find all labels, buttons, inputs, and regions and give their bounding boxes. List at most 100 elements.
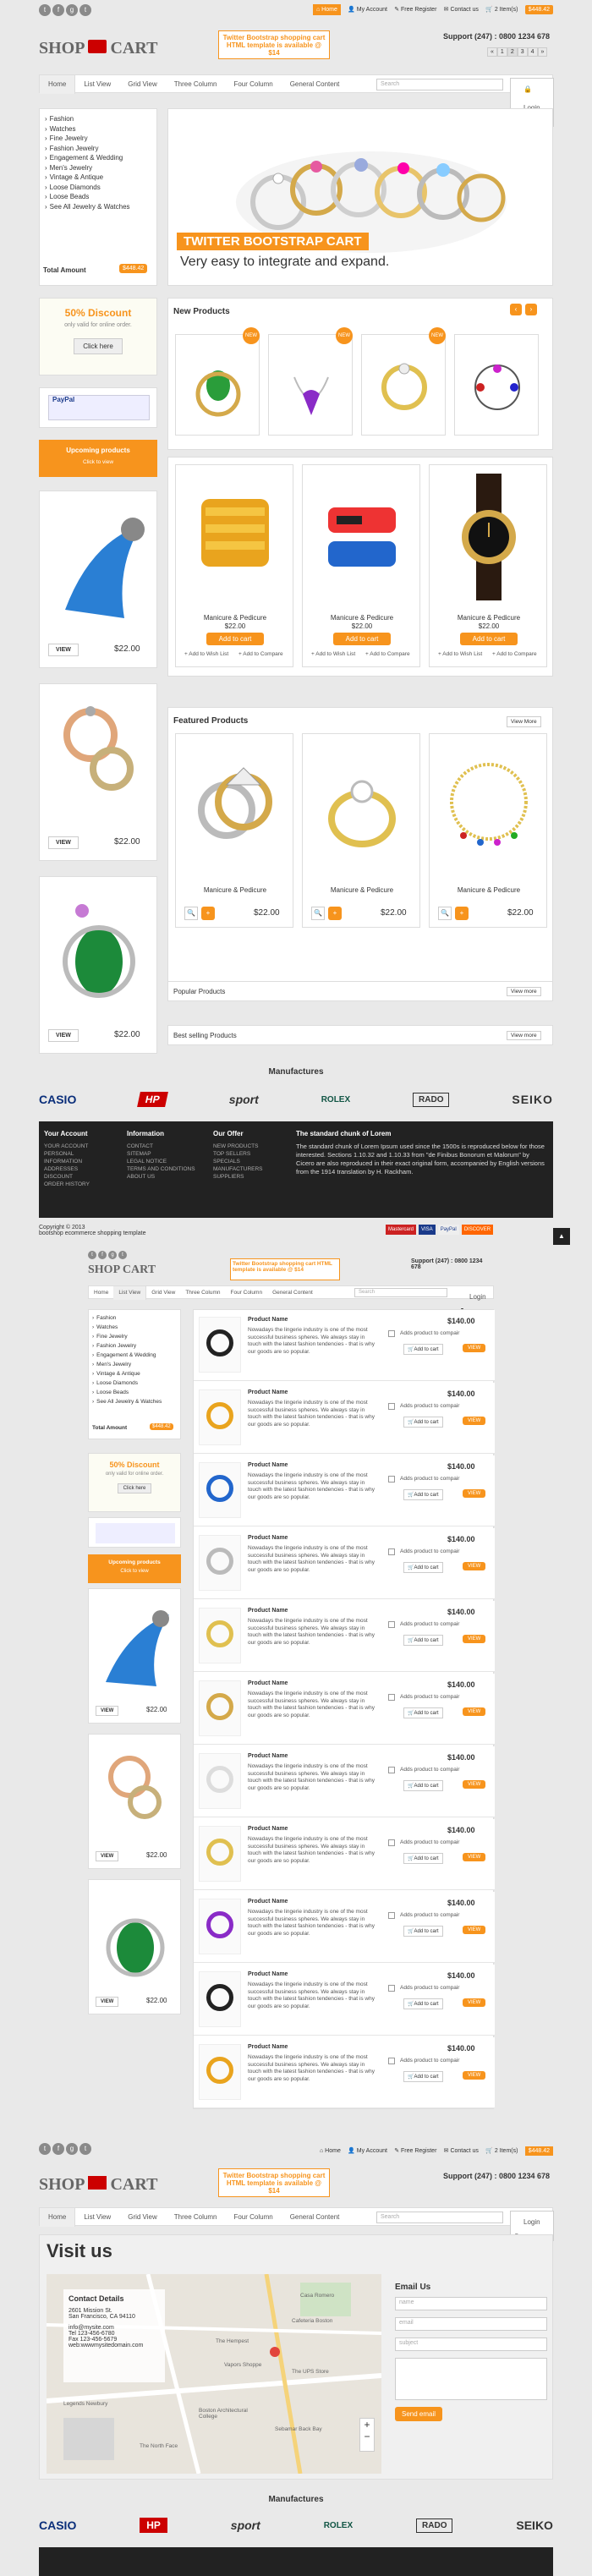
product-name[interactable]: Manicure & Pedicure: [303, 614, 421, 622]
footer-link[interactable]: SUPPLIERS: [213, 1173, 263, 1181]
contact-web[interactable]: web:wwwmysitedomain.com: [69, 2343, 160, 2349]
category-item[interactable]: Fashion Jewelry: [45, 144, 151, 154]
view-button[interactable]: VIEW: [463, 1562, 486, 1570]
upcoming-panel[interactable]: Upcoming products Click to view: [39, 440, 157, 477]
new-product-card[interactable]: [454, 334, 539, 436]
product-image[interactable]: [199, 1389, 241, 1445]
message-field[interactable]: [395, 2358, 547, 2400]
promo-banner[interactable]: Twitter Bootstrap shopping cart HTML tem…: [230, 1258, 340, 1280]
compare-checkbox[interactable]: [388, 2058, 395, 2064]
cart-link[interactable]: 🛒 2 Item(s): [485, 2148, 518, 2154]
contact-email[interactable]: info@mysite.com: [69, 2325, 160, 2331]
footer-link[interactable]: PERSONAL: [44, 1150, 90, 1158]
compare-checkbox[interactable]: [388, 1403, 395, 1410]
product-name[interactable]: Manicure & Pedicure: [176, 614, 294, 622]
page-4[interactable]: 4: [527, 47, 538, 57]
view-button[interactable]: VIEW: [463, 1707, 486, 1716]
category-item[interactable]: Engagement & Wedding: [92, 1351, 177, 1360]
add-to-wishlist-link[interactable]: + Add to Wish List: [311, 651, 355, 657]
scroll-top-button[interactable]: ▲: [553, 1228, 570, 1245]
add-to-cart-button[interactable]: 🛒Add to cart: [403, 1707, 443, 1718]
add-to-compare-link[interactable]: + Add to Compare: [492, 651, 537, 657]
category-item[interactable]: Fashion Jewelry: [92, 1341, 177, 1351]
logo[interactable]: SHOP CART: [39, 39, 157, 58]
product-name[interactable]: Product Name: [248, 1826, 288, 1832]
product-name[interactable]: Product Name: [248, 1608, 288, 1614]
footer-link[interactable]: ADDRESSES: [44, 1165, 90, 1173]
twitter-icon[interactable]: t: [88, 1251, 96, 1259]
home-link[interactable]: ⌂ Home: [320, 2148, 341, 2154]
nav-home[interactable]: Home: [40, 75, 76, 94]
rado-logo[interactable]: RADO: [416, 2518, 453, 2533]
send-email-button[interactable]: Send email: [395, 2407, 443, 2421]
add-to-cart-button[interactable]: 🛒Add to cart: [403, 1562, 443, 1573]
view-more-button[interactable]: View more: [507, 987, 541, 996]
map-zoom-controls[interactable]: + −: [359, 2418, 375, 2452]
product-image[interactable]: [199, 1680, 241, 1736]
footer-link[interactable]: ORDER HISTORY: [44, 1181, 90, 1188]
nav-grid-view[interactable]: Grid View: [119, 75, 166, 94]
nav-list-view[interactable]: List View: [75, 2208, 119, 2227]
add-to-cart-button[interactable]: 🛒Add to cart: [403, 1853, 443, 1864]
footer-link[interactable]: INFORMATION: [44, 1158, 90, 1165]
product-image[interactable]: [199, 1317, 241, 1373]
zoom-in-icon[interactable]: +: [360, 2419, 374, 2431]
logo[interactable]: SHOP CART: [88, 1263, 156, 1277]
tumblr-icon[interactable]: t: [118, 1251, 127, 1259]
new-product-card[interactable]: [175, 334, 260, 436]
carousel-next-button[interactable]: ›: [525, 304, 537, 315]
category-item[interactable]: Fine Jewelry: [92, 1332, 177, 1341]
nav-home[interactable]: Home: [89, 1286, 113, 1300]
product-image[interactable]: [199, 1899, 241, 1954]
category-item[interactable]: Men's Jewelry: [92, 1360, 177, 1369]
category-item[interactable]: Loose Diamonds: [92, 1378, 177, 1388]
tumblr-icon[interactable]: t: [79, 4, 91, 16]
footer-link[interactable]: DISCOUNT: [44, 1173, 90, 1181]
category-item[interactable]: Loose Beads: [45, 192, 151, 202]
product-name[interactable]: Product Name: [248, 1535, 288, 1541]
facebook-icon[interactable]: f: [52, 4, 64, 16]
carousel-prev-button[interactable]: ‹: [510, 304, 522, 315]
cart-total-badge[interactable]: $448.42: [524, 5, 553, 14]
new-product-card[interactable]: [268, 334, 353, 436]
product-name[interactable]: Product Name: [248, 2044, 288, 2050]
view-button[interactable]: VIEW: [463, 1853, 486, 1861]
page-3[interactable]: 3: [517, 47, 528, 57]
nav-list-view[interactable]: List View: [75, 75, 119, 94]
footer-link[interactable]: TERMS AND CONDITIONS: [127, 1165, 195, 1173]
upcoming-link[interactable]: Click to view: [88, 1569, 181, 1574]
add-to-cart-button[interactable]: 🛒Add to cart: [403, 1344, 443, 1355]
upcoming-panel[interactable]: Upcoming products Click to view: [88, 1554, 181, 1583]
product-name[interactable]: Product Name: [248, 1680, 288, 1686]
nav-list-view[interactable]: List View: [113, 1286, 147, 1300]
facebook-icon[interactable]: f: [98, 1251, 107, 1259]
footer-link[interactable]: ABOUT US: [127, 1173, 195, 1181]
product-name[interactable]: Product Name: [248, 1317, 288, 1323]
compare-checkbox[interactable]: [388, 1621, 395, 1628]
zoom-button[interactable]: 🔍: [311, 907, 325, 920]
add-to-cart-button[interactable]: 🛒Add to cart: [403, 1998, 443, 2009]
upcoming-link[interactable]: Click to view: [39, 459, 157, 465]
nav-four-column[interactable]: Four Column: [225, 75, 281, 94]
footer-link[interactable]: SPECIALS: [213, 1158, 263, 1165]
product-image[interactable]: [199, 1826, 241, 1882]
compare-checkbox[interactable]: [388, 1694, 395, 1701]
product-image[interactable]: [199, 1971, 241, 2027]
nav-general-content[interactable]: General Content: [282, 75, 348, 94]
rado-logo[interactable]: RADO: [413, 1092, 450, 1107]
contact-link[interactable]: ✉ Contact us: [444, 2148, 479, 2154]
promo-banner[interactable]: Twitter Bootstrap shopping cart HTML tem…: [218, 30, 330, 59]
zoom-button[interactable]: 🔍: [438, 907, 452, 920]
tumblr-icon[interactable]: t: [79, 2143, 91, 2155]
nav-four-column[interactable]: Four Column: [225, 2208, 281, 2227]
category-item[interactable]: Watches: [45, 124, 151, 134]
casio-logo[interactable]: CASIO: [39, 1093, 76, 1106]
category-item[interactable]: Fashion: [45, 114, 151, 124]
view-button[interactable]: VIEW: [463, 1489, 486, 1498]
nav-three-column[interactable]: Three Column: [166, 75, 226, 94]
seiko-logo[interactable]: SEIKO: [516, 2518, 553, 2532]
twitter-icon[interactable]: t: [39, 4, 51, 16]
add-to-cart-button[interactable]: 🛒Add to cart: [403, 1489, 443, 1500]
nav-general-content[interactable]: General Content: [282, 2208, 348, 2227]
compare-checkbox[interactable]: [388, 1985, 395, 1992]
